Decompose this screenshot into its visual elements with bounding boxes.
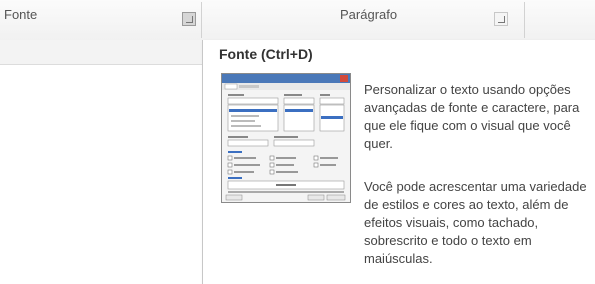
ribbon-left-area — [0, 40, 202, 284]
group-separator — [201, 2, 202, 38]
tooltip-title: Fonte (Ctrl+D) — [219, 46, 313, 62]
tooltip-description-2: Você pode acrescentar uma variedade de e… — [364, 179, 587, 266]
group-label-paragrafo: Parágrafo — [340, 7, 398, 22]
ribbon-group-bar: Fonte Parágrafo — [0, 0, 595, 41]
group-separator — [524, 2, 525, 38]
font-dialog-preview-image — [221, 73, 351, 203]
font-tooltip: Fonte (Ctrl+D) Personalizar o texto usan… — [202, 40, 595, 284]
tooltip-description-1: Personalizar o texto usando opções avanç… — [364, 82, 580, 151]
group-label-fonte: Fonte — [4, 7, 38, 22]
ribbon-left-band — [0, 40, 202, 65]
paragraph-dialog-launcher-icon[interactable] — [494, 12, 508, 26]
font-dialog-launcher-icon[interactable] — [182, 12, 196, 26]
